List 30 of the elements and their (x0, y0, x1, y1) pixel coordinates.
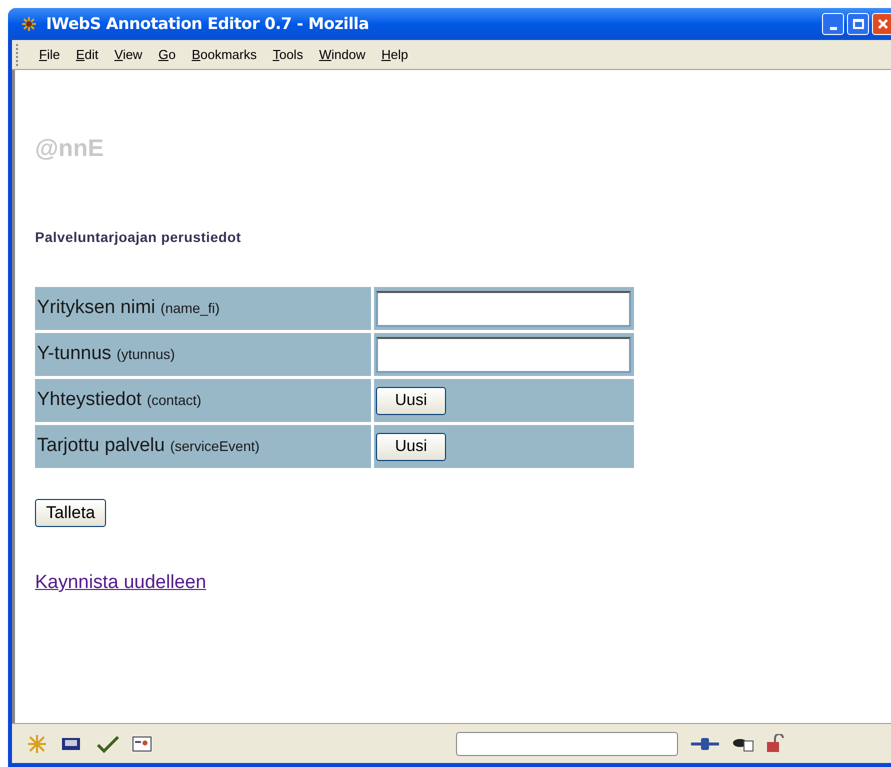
maximize-icon (852, 19, 864, 29)
menu-item[interactable]: Window (311, 44, 374, 64)
close-icon (877, 18, 889, 30)
minimize-icon (830, 27, 836, 30)
app-icon (20, 15, 38, 33)
window-title: IWebS Annotation Editor 0.7 - Mozilla (46, 13, 369, 35)
menu-item[interactable]: Go (150, 44, 184, 64)
menu-item[interactable]: Tools (264, 44, 312, 64)
menu-item[interactable]: Edit (68, 44, 106, 64)
menu-item[interactable]: Bookmarks (184, 44, 265, 64)
field-label: Tarjottu palvelu (serviceEvent) (35, 425, 371, 468)
section-heading: Palveluntarjoajan perustiedot (35, 228, 242, 247)
text-field[interactable] (376, 336, 631, 372)
restart-link[interactable]: Kaynnista uudelleen (35, 572, 206, 593)
text-field[interactable] (376, 290, 631, 326)
menu-item[interactable]: View (106, 44, 150, 64)
new-button[interactable]: Uusi (376, 386, 446, 414)
field-label: Yhteystiedot (contact) (35, 379, 371, 422)
field-label: Yrityksen nimi (name_fi) (35, 287, 371, 330)
maximize-button[interactable] (847, 13, 869, 35)
unlocked-padlock-icon (766, 734, 784, 754)
menu-item[interactable]: Help (373, 44, 416, 64)
field-label: Y-tunnus (ytunnus) (35, 333, 371, 376)
minimize-button[interactable] (822, 13, 844, 35)
address-card-icon[interactable] (132, 734, 152, 752)
new-button[interactable]: Uusi (376, 432, 446, 460)
close-button[interactable] (872, 13, 891, 35)
toolbar-grip-icon (16, 44, 19, 66)
save-button[interactable]: Talleta (35, 499, 106, 527)
menu-item[interactable]: File (31, 44, 68, 64)
